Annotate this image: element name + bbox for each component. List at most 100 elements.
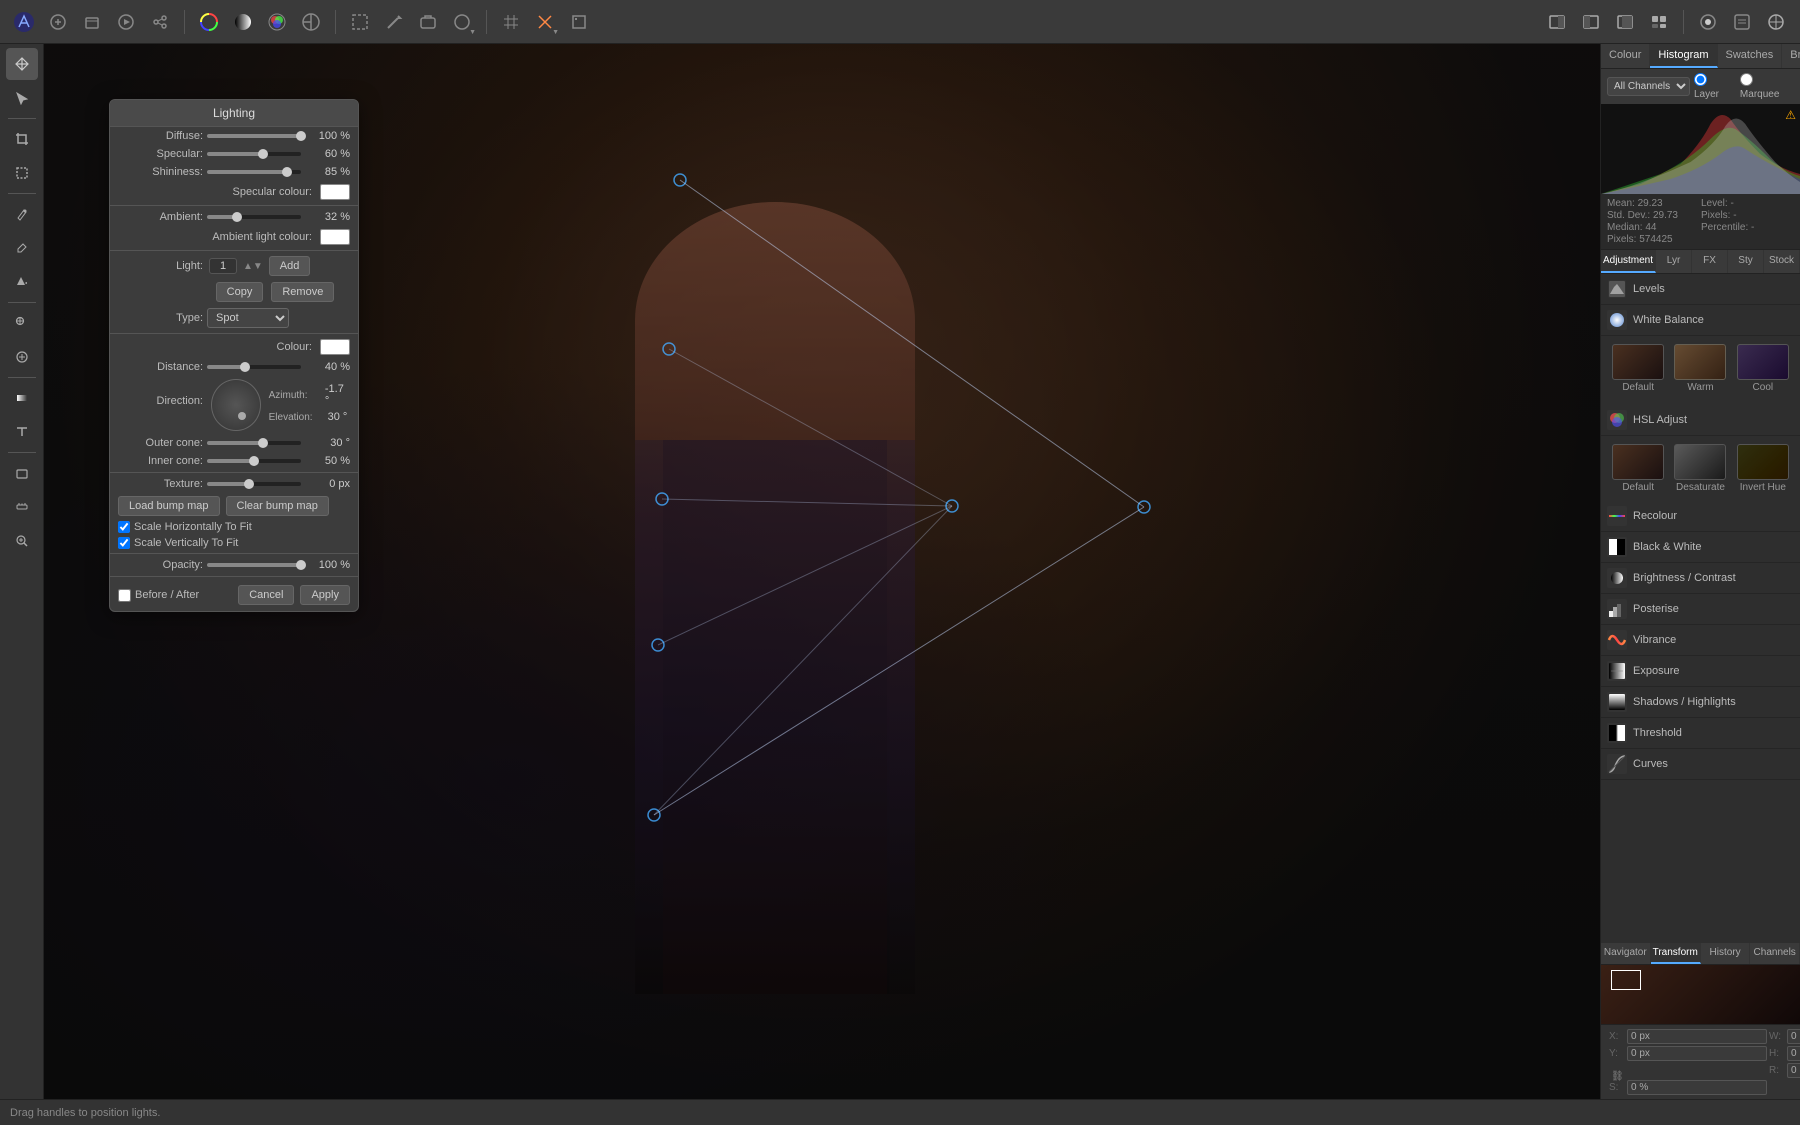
tool-shape[interactable] xyxy=(6,457,38,489)
hsl-preset-invert[interactable]: Invert Hue xyxy=(1734,444,1792,493)
tool-paint[interactable] xyxy=(6,198,38,230)
cancel-btn[interactable]: Cancel xyxy=(238,585,294,605)
remove-light-btn[interactable]: Remove xyxy=(271,282,334,302)
diffuse-slider[interactable] xyxy=(207,134,301,138)
scale-h-checkbox[interactable] xyxy=(118,521,130,533)
new-doc-btn[interactable] xyxy=(42,6,74,38)
tool-fill[interactable] xyxy=(6,266,38,298)
coord-h-input[interactable] xyxy=(1787,1046,1800,1061)
outer-cone-slider[interactable] xyxy=(207,441,301,445)
coord-w-input[interactable] xyxy=(1787,1029,1800,1044)
specular-colour-swatch[interactable] xyxy=(320,184,350,200)
adj-item-bw[interactable]: Black & White xyxy=(1601,532,1800,563)
shininess-thumb[interactable] xyxy=(282,167,292,177)
adj-item-vibrance[interactable]: Vibrance xyxy=(1601,625,1800,656)
layer-radio[interactable] xyxy=(1694,73,1707,86)
exposure-btn[interactable] xyxy=(295,6,327,38)
nav-tab-transform[interactable]: Transform xyxy=(1651,943,1701,964)
panel-toggle-1[interactable] xyxy=(1541,6,1573,38)
before-after-checkbox[interactable] xyxy=(118,589,131,602)
play-btn[interactable] xyxy=(110,6,142,38)
channel-select[interactable]: All Channels Red Green Blue xyxy=(1607,77,1690,96)
tool-measure[interactable] xyxy=(6,491,38,523)
adj-item-threshold[interactable]: Threshold xyxy=(1601,718,1800,749)
tool-clone[interactable] xyxy=(6,307,38,339)
nav-tab-channels[interactable]: Channels xyxy=(1750,943,1800,964)
wb-preset-default[interactable]: Default xyxy=(1609,344,1667,393)
wb-preset-warm[interactable]: Warm xyxy=(1671,344,1729,393)
ambient-colour-swatch[interactable] xyxy=(320,229,350,245)
circle-tool-btn[interactable]: ▼ xyxy=(446,6,478,38)
tool-text[interactable] xyxy=(6,416,38,448)
inner-cone-slider[interactable] xyxy=(207,459,301,463)
share-btn[interactable] xyxy=(144,6,176,38)
panel-toggle-3[interactable] xyxy=(1609,6,1641,38)
adj-item-hsl[interactable]: HSL Adjust xyxy=(1601,405,1800,436)
hue-sat-btn[interactable] xyxy=(261,6,293,38)
adj-item-levels[interactable]: Levels xyxy=(1601,274,1800,305)
tab-histogram[interactable]: Histogram xyxy=(1650,44,1717,68)
load-bump-btn[interactable]: Load bump map xyxy=(118,496,220,516)
tone-btn[interactable] xyxy=(227,6,259,38)
specular-thumb[interactable] xyxy=(258,149,268,159)
type-select[interactable]: Spot Directional Point xyxy=(207,308,289,328)
color-wheel-btn[interactable] xyxy=(193,6,225,38)
adj-item-shadows[interactable]: Shadows / Highlights xyxy=(1601,687,1800,718)
adj-item-exposure[interactable]: Exposure xyxy=(1601,656,1800,687)
distance-slider[interactable] xyxy=(207,365,301,369)
adj-item-posterise[interactable]: Posterise xyxy=(1601,594,1800,625)
distance-thumb[interactable] xyxy=(240,362,250,372)
tool-heal[interactable] xyxy=(6,341,38,373)
adj-tab-stock[interactable]: Stock xyxy=(1764,250,1800,273)
tool-erase[interactable] xyxy=(6,232,38,264)
specular-slider[interactable] xyxy=(207,152,301,156)
brush-select-btn[interactable] xyxy=(378,6,410,38)
tool-zoom[interactable] xyxy=(6,525,38,557)
texture-thumb[interactable] xyxy=(244,479,254,489)
marquee-radio[interactable] xyxy=(1740,73,1753,86)
nav-tab-history[interactable]: History xyxy=(1701,943,1751,964)
coord-x-input[interactable] xyxy=(1627,1029,1767,1044)
outer-cone-thumb[interactable] xyxy=(258,438,268,448)
adj-tab-lyr[interactable]: Lyr xyxy=(1656,250,1692,273)
panel-toggle-4[interactable] xyxy=(1643,6,1675,38)
wb-preset-cool[interactable]: Cool xyxy=(1734,344,1792,393)
app-logo[interactable] xyxy=(8,6,40,38)
hsl-preset-default[interactable]: Default xyxy=(1609,444,1667,493)
light-colour-swatch[interactable] xyxy=(320,339,350,355)
transform-btn[interactable] xyxy=(563,6,595,38)
link-proportions-btn[interactable]: ⛓ xyxy=(1611,1071,1767,1086)
ambient-slider[interactable] xyxy=(207,215,301,219)
apply-btn[interactable]: Apply xyxy=(300,585,350,605)
ambient-thumb[interactable] xyxy=(232,212,242,222)
layer-radio-label[interactable]: Layer xyxy=(1694,73,1734,100)
open-doc-btn[interactable] xyxy=(76,6,108,38)
adj-item-recolour[interactable]: Recolour xyxy=(1601,501,1800,532)
grid-snap-btn[interactable] xyxy=(495,6,527,38)
marquee-radio-label[interactable]: Marquee xyxy=(1740,73,1794,100)
add-light-btn[interactable]: Add xyxy=(269,256,311,276)
direction-wheel[interactable] xyxy=(211,379,261,431)
diffuse-thumb[interactable] xyxy=(296,131,306,141)
smart-select-btn[interactable] xyxy=(412,6,444,38)
adj-tab-sty[interactable]: Sty xyxy=(1728,250,1764,273)
canvas-area[interactable]: Lighting Diffuse: 100 % Specular: 60 % xyxy=(44,44,1600,1099)
color-picker-btn[interactable] xyxy=(1692,6,1724,38)
inner-cone-thumb[interactable] xyxy=(249,456,259,466)
scale-v-checkbox[interactable] xyxy=(118,537,130,549)
adj-item-brightness[interactable]: Brightness / Contrast xyxy=(1601,563,1800,594)
coord-y-input[interactable] xyxy=(1627,1046,1767,1061)
tab-brushes[interactable]: Brushes xyxy=(1782,44,1800,68)
tab-colour[interactable]: Colour xyxy=(1601,44,1650,68)
shininess-slider[interactable] xyxy=(207,170,301,174)
tool-move[interactable] xyxy=(6,48,38,80)
coord-r-input[interactable] xyxy=(1787,1063,1800,1078)
opacity-thumb[interactable] xyxy=(296,560,306,570)
tool-pointer[interactable] xyxy=(6,82,38,114)
panel-toggle-2[interactable] xyxy=(1575,6,1607,38)
adj-tab-adjustment[interactable]: Adjustment xyxy=(1601,250,1656,273)
tool-select2[interactable] xyxy=(6,157,38,189)
texture-slider[interactable] xyxy=(207,482,301,486)
tab-swatches[interactable]: Swatches xyxy=(1718,44,1783,68)
clear-bump-btn[interactable]: Clear bump map xyxy=(226,496,329,516)
